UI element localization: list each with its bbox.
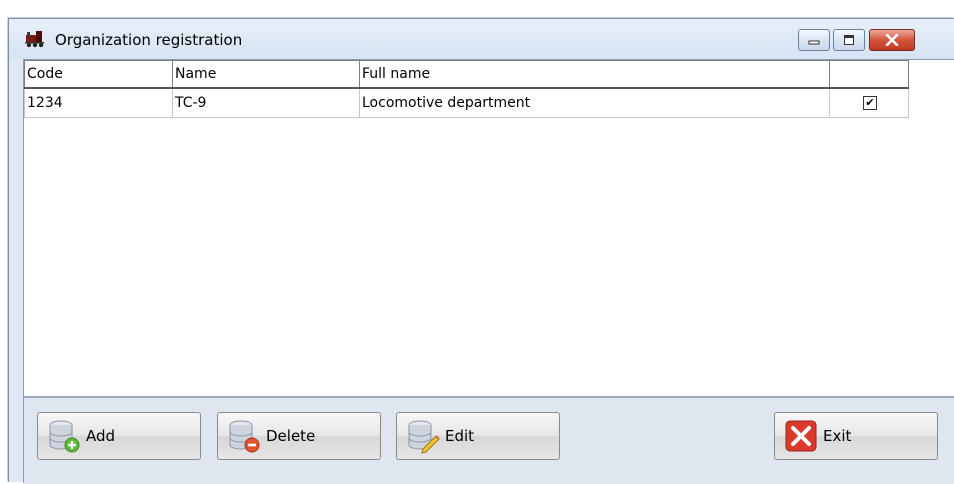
organizations-grid[interactable]: Code Name Full name 1234 TC-9 Locomotive… bbox=[24, 60, 909, 118]
exit-button[interactable]: Exit bbox=[774, 412, 938, 460]
client-area: Code Name Full name 1234 TC-9 Locomotive… bbox=[23, 59, 954, 484]
column-header-code[interactable]: Code bbox=[24, 60, 173, 89]
organization-registration-window: Organization registration Code Name Full… bbox=[8, 18, 954, 484]
database-edit-icon bbox=[408, 420, 440, 454]
minimize-button[interactable] bbox=[798, 29, 830, 51]
delete-button-label: Delete bbox=[266, 427, 316, 445]
train-icon bbox=[25, 31, 44, 48]
column-header-name[interactable]: Name bbox=[172, 60, 360, 89]
edit-button[interactable]: Edit bbox=[396, 412, 560, 460]
close-button[interactable] bbox=[869, 29, 915, 51]
cell-full-name[interactable]: Locomotive department bbox=[359, 87, 830, 118]
button-panel: Add Delete Edit Exit bbox=[24, 396, 954, 484]
exit-icon bbox=[785, 420, 817, 452]
close-icon bbox=[885, 34, 899, 46]
row-checkbox[interactable]: ✔ bbox=[863, 95, 877, 110]
database-add-icon bbox=[49, 420, 80, 453]
database-delete-icon bbox=[229, 420, 260, 453]
maximize-icon bbox=[844, 35, 854, 45]
add-button-label: Add bbox=[86, 427, 116, 445]
cell-name[interactable]: TC-9 bbox=[172, 87, 360, 118]
window-title: Organization registration bbox=[55, 31, 243, 49]
add-button[interactable]: Add bbox=[37, 412, 201, 460]
minimize-icon bbox=[808, 40, 820, 45]
grid-header-row: Code Name Full name bbox=[24, 60, 909, 89]
table-row[interactable]: 1234 TC-9 Locomotive department ✔ bbox=[24, 87, 909, 118]
cell-flag[interactable]: ✔ bbox=[829, 87, 909, 118]
column-header-flag[interactable] bbox=[829, 60, 909, 89]
cell-code[interactable]: 1234 bbox=[24, 87, 173, 118]
edit-button-label: Edit bbox=[445, 427, 475, 445]
exit-button-label: Exit bbox=[823, 427, 852, 445]
delete-button[interactable]: Delete bbox=[217, 412, 381, 460]
maximize-button[interactable] bbox=[833, 29, 865, 51]
title-bar[interactable]: Organization registration bbox=[9, 19, 954, 59]
column-header-full-name[interactable]: Full name bbox=[359, 60, 830, 89]
